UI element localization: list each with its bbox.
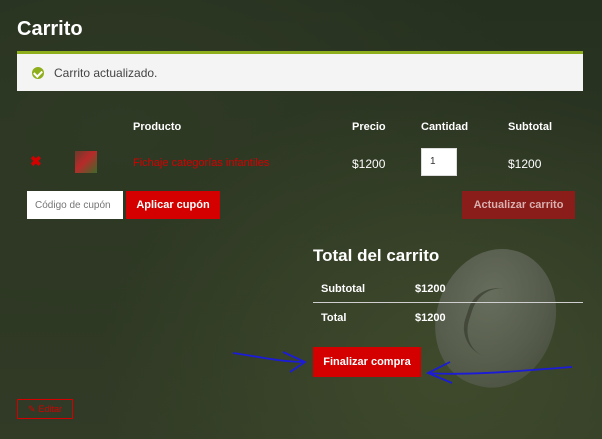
right-arrow-stroke: [427, 366, 573, 375]
hand-drawn-arrows: [232, 351, 573, 384]
